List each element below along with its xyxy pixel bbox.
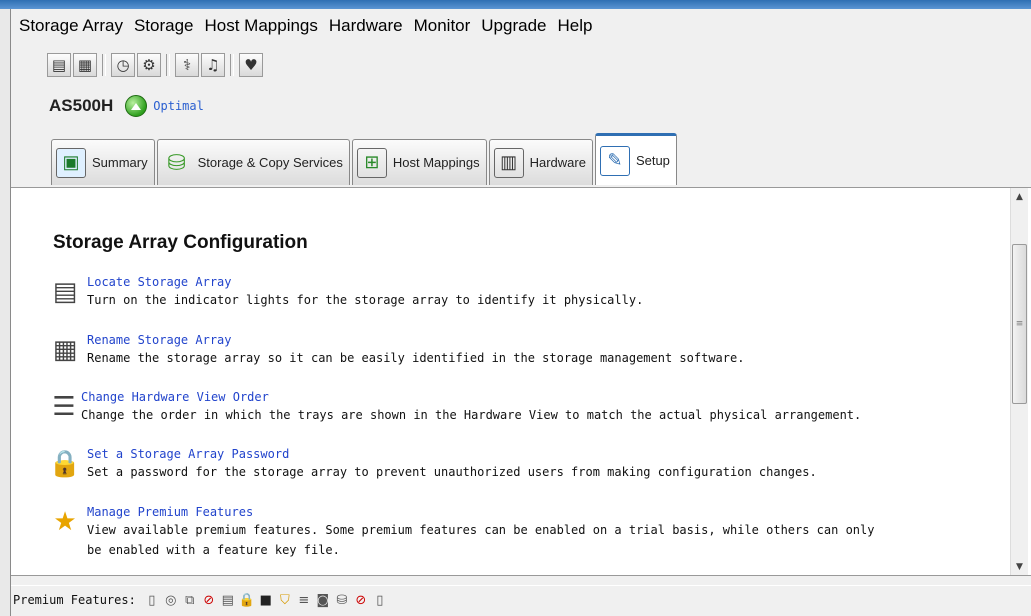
- toolbar-separator: [230, 54, 234, 76]
- storage-copy-services-icon: ⛁: [167, 149, 186, 175]
- host-mappings-icon: ⊞: [356, 147, 387, 178]
- premium-features-star-icon: ★: [53, 507, 77, 537]
- lock-icon[interactable]: 🔒: [239, 592, 255, 608]
- task-rename-storage-array: ▦ Rename Storage Array Rename the storag…: [47, 332, 987, 368]
- menu-monitor[interactable]: Monitor: [408, 16, 476, 36]
- clock-icon[interactable]: ◷: [111, 53, 135, 77]
- hardware-view-order-icon: ☰: [52, 392, 76, 422]
- locate-storage-array-link[interactable]: Locate Storage Array: [87, 274, 987, 290]
- optimal-status-icon: [125, 95, 148, 117]
- scrollbar-thumb[interactable]: ≡: [1012, 244, 1027, 404]
- toolbar: ▤ ▦ ◷ ⚙ ⚕ ♫ ♥: [47, 52, 263, 78]
- task-locate-storage-array: ▤ Locate Storage Array Turn on the indic…: [47, 274, 987, 310]
- set-storage-array-password-link[interactable]: Set a Storage Array Password: [87, 446, 987, 462]
- rename-storage-array-link[interactable]: Rename Storage Array: [87, 332, 987, 348]
- toolbar-separator: [102, 54, 106, 76]
- array-view-icon[interactable]: ▦: [73, 53, 97, 77]
- trash-icon[interactable]: ▯: [144, 592, 160, 608]
- tab-label: Host Mappings: [392, 155, 480, 170]
- menu-storage[interactable]: Storage: [128, 16, 199, 36]
- menu-storage-array[interactable]: Storage Array: [11, 16, 128, 36]
- setup-icon: ✎: [599, 145, 630, 176]
- tab-host-mappings[interactable]: ⊞ Host Mappings: [351, 139, 487, 185]
- tab-label: Setup: [635, 153, 670, 168]
- array-status[interactable]: Optimal: [153, 99, 204, 113]
- shield-icon[interactable]: ⛉: [277, 592, 293, 608]
- menu-upgrade[interactable]: Upgrade: [475, 16, 551, 36]
- task-description: Change the order in which the trays are …: [81, 408, 862, 422]
- drive-icon[interactable]: ▤: [220, 592, 236, 608]
- section-title: Storage Array Configuration: [53, 232, 308, 253]
- app-window: Storage Array Storage Host Mappings Hard…: [10, 9, 1031, 616]
- task-set-storage-array-password: 🔒 Set a Storage Array Password Set a pas…: [47, 446, 987, 482]
- manage-premium-features-link[interactable]: Manage Premium Features: [87, 504, 987, 520]
- summary-icon: ▣: [56, 147, 86, 178]
- tab-bar: ▣ Summary ⛁ Storage & Copy Services ⊞ Ho…: [51, 133, 679, 185]
- status-bar: Premium Features: ▯ ◎ ⧉ ⊘ ▤ 🔒 ■ ⛉ ≡ ◙ ⛁ …: [11, 585, 1031, 614]
- task-description: Rename the storage array so it can be ea…: [87, 351, 745, 365]
- tab-summary[interactable]: ▣ Summary: [51, 139, 155, 185]
- settings-gears-icon[interactable]: ⚙: [137, 53, 161, 77]
- support-icon[interactable]: ⚕: [175, 53, 199, 77]
- heart-icon[interactable]: ♥: [239, 53, 263, 77]
- menu-bar: Storage Array Storage Host Mappings Hard…: [11, 9, 1031, 43]
- database-icon[interactable]: ⛁: [334, 592, 350, 608]
- notes-icon[interactable]: ≡: [296, 592, 312, 608]
- task-manage-premium-features: ★ Manage Premium Features View available…: [47, 504, 987, 560]
- task-description: Turn on the indicator lights for the sto…: [87, 293, 644, 307]
- snapshot-icon[interactable]: ◎: [163, 592, 179, 608]
- tab-setup[interactable]: ✎ Setup: [594, 133, 677, 185]
- hardware-icon: ▥: [493, 147, 524, 178]
- scroll-up-icon[interactable]: ▲: [1011, 188, 1028, 205]
- tab-hardware[interactable]: ▥ Hardware: [488, 139, 593, 185]
- setup-content-panel: Storage Array Configuration ▤ Locate Sto…: [11, 187, 1031, 576]
- disabled-feature-icon[interactable]: ⊘: [201, 592, 217, 608]
- menu-help[interactable]: Help: [552, 16, 598, 36]
- window-top-strip: [0, 0, 1031, 9]
- tab-label: Storage & Copy Services: [197, 155, 343, 170]
- tab-storage-copy-services[interactable]: ⛁ Storage & Copy Services: [156, 139, 350, 185]
- tab-label: Hardware: [529, 155, 586, 170]
- terminal-icon[interactable]: ■: [258, 592, 274, 608]
- volume-icon[interactable]: ▯: [372, 592, 388, 608]
- tab-label: Summary: [92, 155, 148, 170]
- alarm-bell-icon[interactable]: ♫: [201, 53, 225, 77]
- scroll-down-icon[interactable]: ▼: [1011, 558, 1028, 575]
- menu-hardware[interactable]: Hardware: [323, 16, 408, 36]
- disabled-mirror-icon[interactable]: ⊘: [353, 592, 369, 608]
- password-lock-icon: 🔒: [48, 449, 82, 479]
- array-name: AS500H: [49, 96, 114, 115]
- camera-icon[interactable]: ◙: [315, 592, 331, 608]
- rename-array-icon: ▦: [52, 335, 78, 365]
- storage-array-icon[interactable]: ▤: [47, 53, 71, 77]
- task-description: Set a password for the storage array to …: [87, 465, 817, 479]
- change-hardware-view-order-link[interactable]: Change Hardware View Order: [81, 389, 981, 405]
- task-description-continued: be enabled with a feature key file.: [87, 543, 340, 557]
- task-change-hardware-view-order: ☰ Change Hardware View Order Change the …: [47, 389, 981, 425]
- task-description: View available premium features. Some pr…: [87, 523, 875, 537]
- toolbar-separator: [166, 54, 170, 76]
- copy-icon[interactable]: ⧉: [182, 592, 198, 608]
- vertical-scrollbar[interactable]: ▲ ≡ ▼: [1010, 188, 1028, 575]
- locate-array-icon: ▤: [52, 277, 78, 307]
- array-header: AS500H Optimal: [49, 95, 204, 117]
- menu-host-mappings[interactable]: Host Mappings: [199, 16, 323, 36]
- premium-features-label: Premium Features:: [13, 593, 136, 607]
